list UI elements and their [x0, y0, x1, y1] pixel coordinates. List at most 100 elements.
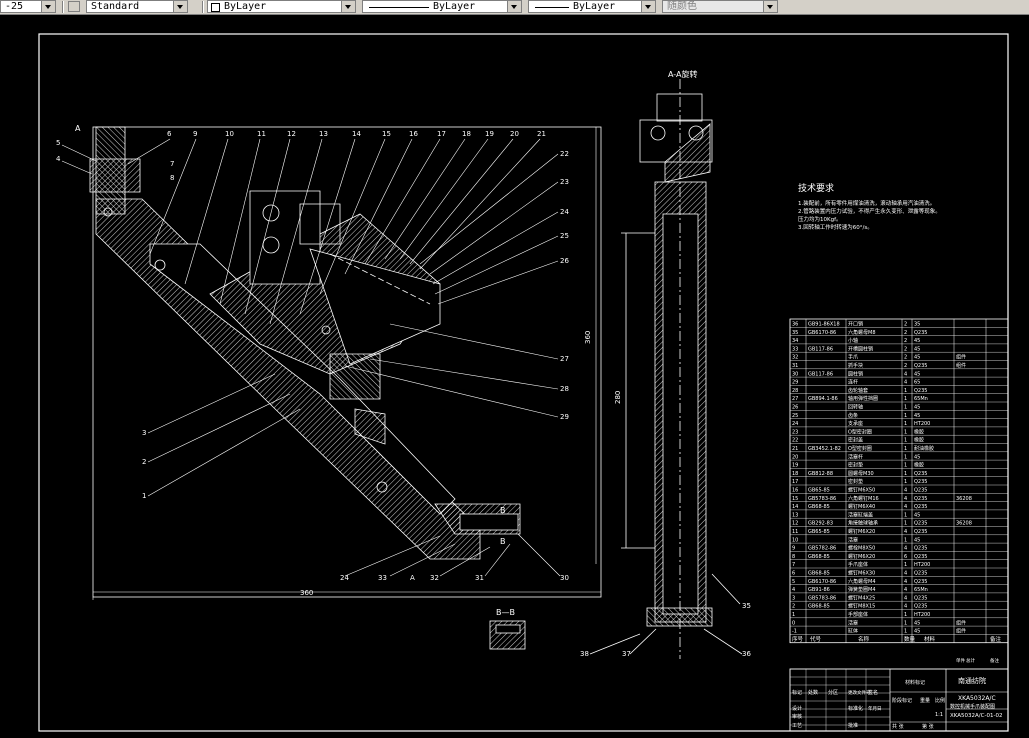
single-weight-label: 单件	[956, 657, 965, 664]
bom-row: 35 GB6170-86 六角螺母M8 2 Q235	[792, 329, 927, 336]
bom-cell: 圆螺母M30	[848, 470, 874, 477]
bom-row: 30 GB117-86 圆柱销 4 45	[792, 370, 920, 377]
leader-label: 31	[475, 574, 484, 582]
check-label: 审核	[792, 713, 802, 720]
chevron-down-icon[interactable]	[641, 1, 655, 12]
width-dim-text: 360	[300, 589, 313, 597]
bom-cell: 活塞	[848, 619, 858, 626]
cad-application: -25 Standard ByLayer ByLayer ByLayer 随颜色	[0, 0, 1029, 738]
bom-cell: Q235	[914, 363, 927, 369]
leader-label: 21	[537, 130, 546, 138]
weight-label: 重量	[920, 697, 930, 704]
linetype-value: ByLayer	[433, 1, 476, 12]
bom-row: 27 GB894.1-86 轴用弹性挡圈 1 65Mn	[792, 395, 928, 402]
bom-cell: 小轴	[848, 337, 858, 344]
bom-cell: 4	[904, 380, 907, 386]
bom-cell: 18	[792, 471, 798, 477]
bom-cell: 10	[792, 537, 798, 543]
stage-label: 阶段标记	[892, 697, 912, 704]
side-dim-text: 280	[614, 391, 622, 404]
bom-cell: 组件	[956, 619, 966, 626]
bom-cell: Q235	[914, 579, 927, 585]
bom-cell: 1	[904, 537, 907, 543]
section-mark-a: A	[75, 124, 81, 133]
bom-cell: Q235	[914, 479, 927, 485]
bom-cell: 4	[792, 587, 795, 593]
bom-cell: 六角螺母M8	[848, 329, 876, 336]
drawing-canvas[interactable]: 360 360 6 9 10 11 12 13 14 15 16 17 18 19 20 21222324…	[0, 14, 1029, 738]
bom-cell: 45	[914, 629, 920, 635]
bom-cell: 23	[792, 429, 798, 435]
bom-cell: 30	[792, 371, 798, 377]
bom-cell: 开槽圆柱销	[848, 345, 873, 352]
bom-cell: GB68-85	[808, 604, 830, 610]
chevron-down-icon[interactable]	[41, 1, 55, 12]
approve-label: 批准	[848, 722, 858, 729]
bom-cell: O型密封圈	[848, 428, 872, 435]
bom-cell: 8	[792, 554, 795, 560]
section-mark-b: B	[500, 506, 506, 515]
bom-header-cell: 序号	[792, 635, 804, 643]
bom-cell: 4	[904, 488, 907, 494]
chevron-down-icon[interactable]	[507, 1, 521, 12]
bom-cell: HT200	[914, 562, 930, 568]
leader-label: 24	[340, 574, 349, 582]
bom-cell: GB3452.1-82	[808, 446, 841, 452]
bom-cell: 六角螺母M4	[848, 578, 876, 585]
gear-sleeve	[329, 353, 381, 400]
bom-cell: GB117-86	[808, 346, 833, 352]
bom-cell: 33	[792, 346, 798, 352]
bom-cell: GB117-86	[808, 371, 833, 377]
lineweight-value: ByLayer	[573, 1, 616, 12]
linetype-sample-icon	[369, 7, 429, 8]
bom-cell: 组件	[956, 628, 966, 635]
material-label: 材料标记	[905, 679, 925, 686]
bom-cell: 橡胶	[914, 428, 924, 435]
bom-cell: 螺钉M6X40	[848, 503, 875, 510]
bom-row: 20 活塞杆 1 45	[792, 453, 920, 460]
chevron-down-icon[interactable]	[341, 1, 355, 12]
bom-cell: 65Mn	[914, 587, 928, 593]
bom-cell: 11	[792, 529, 798, 535]
bom-row: 10 活塞 1 45	[792, 536, 920, 543]
leader-label: 1	[142, 492, 146, 500]
bom-cell: 橡胶	[914, 437, 924, 444]
text-style-icon[interactable]	[68, 1, 80, 12]
linetype-combo[interactable]: ByLayer	[362, 0, 522, 13]
tech-req-note: 3.回转轴工作时转速为60°/s。	[798, 223, 873, 231]
text-style-combo[interactable]: Standard	[86, 0, 188, 13]
bom-header-cell: 数量	[904, 635, 916, 643]
note-label: 备注	[990, 657, 999, 664]
bom-cell: 45	[914, 371, 920, 377]
bom-row: 31 抓手块 2 Q235 组件	[792, 362, 966, 369]
side-view-title: A-A旋转	[668, 69, 697, 79]
bom-cell: 缸体	[848, 628, 858, 635]
bom-row: 25 齿条 1 45	[792, 412, 920, 419]
leader-label: 8	[170, 174, 174, 182]
lineweight-combo[interactable]: ByLayer	[528, 0, 656, 13]
bom-cell: 4	[904, 604, 907, 610]
bom-cell: 密封盖	[848, 437, 863, 444]
total-weight-label: 总计	[966, 657, 975, 664]
bom-cell: 密封垫	[848, 478, 863, 485]
bom-row: 22 密封盖 1 橡胶	[792, 437, 924, 444]
scale-combo[interactable]: -25	[0, 0, 56, 13]
bom-row: 12 GB292-83 角接触球轴承 1 Q235 36208	[792, 520, 972, 527]
color-combo[interactable]: ByLayer	[207, 0, 356, 13]
bom-cell: 1	[904, 512, 907, 518]
leader-label: 16	[409, 130, 418, 138]
bom-cell: 活塞缸端盖	[848, 511, 873, 518]
bom-cell: GB65-85	[808, 529, 830, 535]
bom-cell: 螺钉M6X30	[848, 570, 875, 577]
bom-cell: 1	[904, 612, 907, 618]
bom-cell: 连杆	[848, 379, 858, 386]
bom-row: 0 活塞 1 45 组件	[792, 619, 966, 626]
chevron-down-icon[interactable]	[173, 1, 187, 12]
plot-style-combo[interactable]: 随颜色	[662, 0, 778, 13]
bom-cell: Q235	[914, 595, 927, 601]
bom-row: 26 回转轴 1 45	[792, 404, 920, 411]
bom-cell: 2	[904, 346, 907, 352]
chevron-down-icon[interactable]	[763, 1, 777, 12]
bom-cell: 螺栓M8X50	[848, 545, 875, 552]
bom-row: 8 GB68-85 螺钉M6X20 6 Q235	[792, 553, 927, 560]
